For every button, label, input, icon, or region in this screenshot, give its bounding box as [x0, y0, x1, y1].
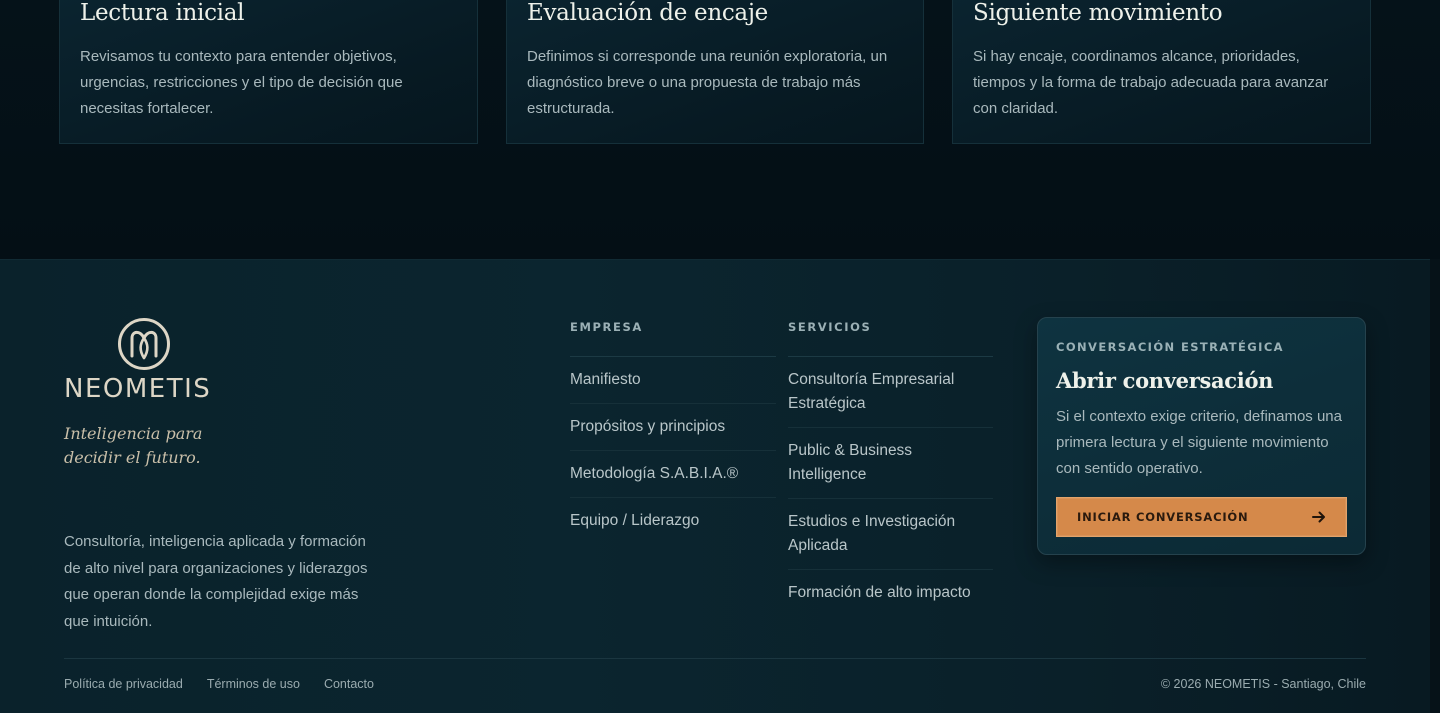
step-description: Revisamos tu contexto para entender obje…	[80, 48, 403, 117]
footer-column-servicios: SERVICIOS Consultoría Empresarial Estrat…	[788, 319, 993, 616]
footer-column-empresa: EMPRESA Manifiesto Propósitos y principi…	[570, 319, 776, 544]
copyright-text: © 2026 NEOMETIS - Santiago, Chile	[1160, 677, 1366, 691]
footer-link-metodologia[interactable]: Metodología S.A.B.I.A.®	[570, 462, 776, 486]
brand-tagline: Inteligencia para decidir el futuro.	[64, 424, 203, 467]
neometis-monogram-icon[interactable]	[116, 316, 172, 372]
cta-title: Abrir conversación	[1056, 368, 1274, 393]
cta-eyebrow: CONVERSACIÓN ESTRATÉGICA	[1056, 340, 1284, 354]
site-footer: NEOMETIS Inteligencia para decidir el fu…	[0, 259, 1430, 713]
cta-description: Si el contexto exige criterio, definamos…	[1056, 408, 1342, 477]
step-description: Si hay encaje, coordinamos alcance, prio…	[973, 48, 1329, 117]
step-card-evaluacion: Evaluación de encaje Definimos si corres…	[506, 0, 924, 144]
button-label: INICIAR CONVERSACIÓN	[1077, 510, 1249, 524]
footer-bottom-bar: Política de privacidad Términos de uso C…	[64, 658, 1366, 713]
arrow-right-icon	[1312, 511, 1325, 523]
privacy-policy-link[interactable]: Política de privacidad	[64, 677, 183, 691]
footer-link-consultoria[interactable]: Consultoría Empresarial Estratégica	[788, 368, 993, 416]
column-heading: SERVICIOS	[788, 319, 993, 357]
footer-link-propositos[interactable]: Propósitos y principios	[570, 415, 776, 439]
brand-description: Consultoría, inteligencia aplicada y for…	[64, 533, 368, 630]
terms-of-use-link[interactable]: Términos de uso	[207, 677, 300, 691]
footer-link-estudios[interactable]: Estudios e Investigación Aplicada	[788, 510, 993, 558]
footer-link-equipo[interactable]: Equipo / Liderazgo	[570, 509, 776, 533]
step-title: Evaluación de encaje	[527, 0, 768, 26]
footer-link-intelligence[interactable]: Public & Business Intelligence	[788, 439, 993, 487]
column-heading: EMPRESA	[570, 319, 776, 357]
brand-wordmark[interactable]: NEOMETIS	[64, 374, 229, 404]
cta-card: CONVERSACIÓN ESTRATÉGICA Abrir conversac…	[1037, 317, 1366, 555]
step-card-siguiente: Siguiente movimiento Si hay encaje, coor…	[952, 0, 1371, 144]
step-card-lectura: Lectura inicial Revisamos tu contexto pa…	[59, 0, 478, 144]
contact-link[interactable]: Contacto	[324, 677, 374, 691]
step-title: Lectura inicial	[80, 0, 245, 26]
page: Lectura inicial Revisamos tu contexto pa…	[0, 0, 1440, 713]
footer-link-formacion[interactable]: Formación de alto impacto	[788, 581, 993, 605]
start-conversation-button[interactable]: INICIAR CONVERSACIÓN	[1056, 497, 1347, 537]
scrollbar-track[interactable]	[1430, 259, 1440, 713]
legal-links: Política de privacidad Términos de uso C…	[64, 677, 374, 691]
process-steps-section: Lectura inicial Revisamos tu contexto pa…	[0, 0, 1440, 259]
footer-link-manifiesto[interactable]: Manifiesto	[570, 368, 776, 392]
step-title: Siguiente movimiento	[973, 0, 1223, 26]
step-description: Definimos si corresponde una reunión exp…	[527, 48, 888, 117]
